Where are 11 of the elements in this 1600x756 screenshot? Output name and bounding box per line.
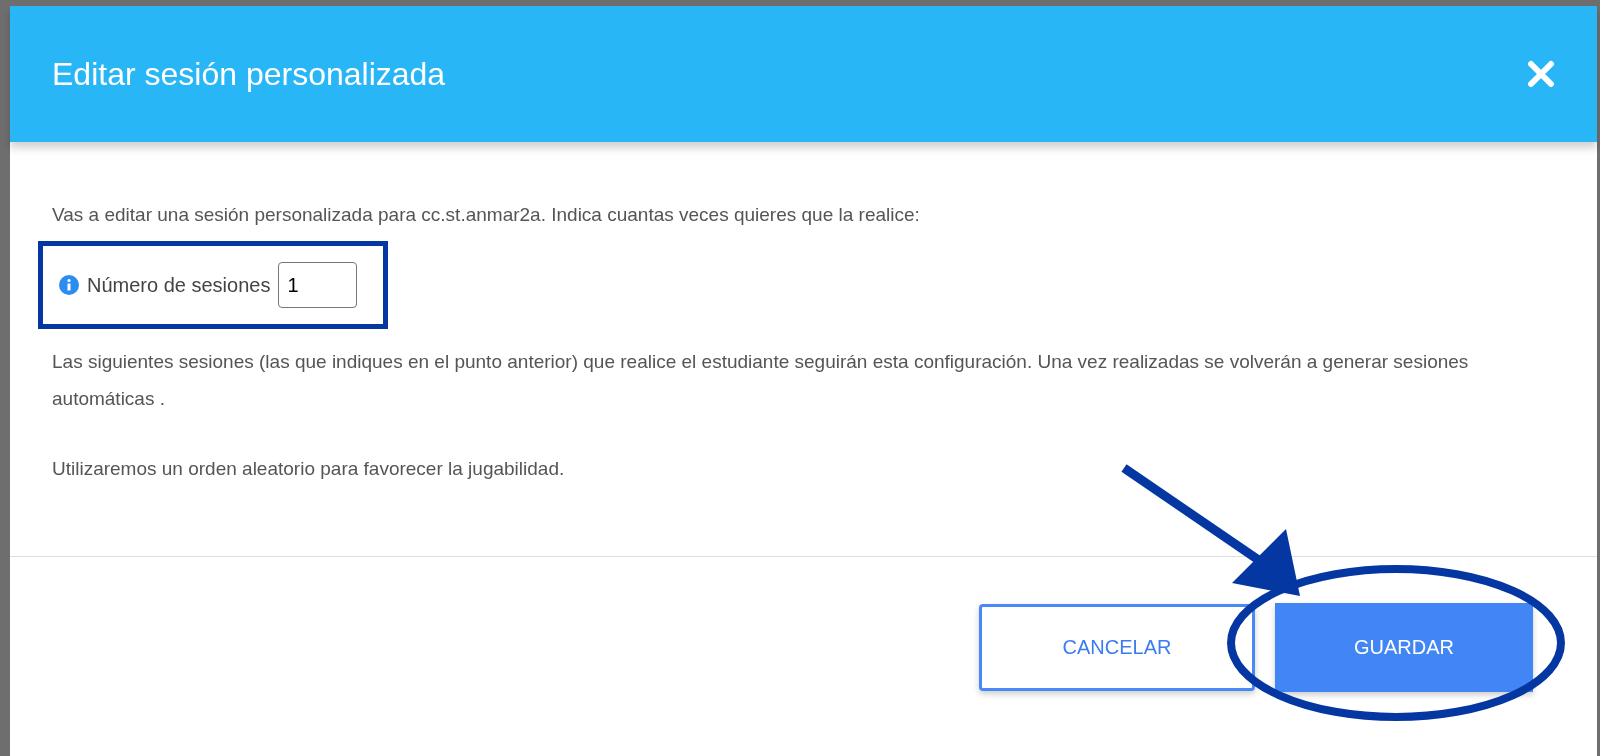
dialog-title: Editar sesión personalizada <box>52 55 446 93</box>
field-label: Número de sesiones <box>87 272 271 298</box>
cancel-button[interactable]: CANCELAR <box>979 604 1255 691</box>
save-button[interactable]: GUARDAR <box>1275 603 1533 692</box>
description-text: Utilizaremos un orden aleatorio para favorecer la jugabilidad. <box>52 457 566 481</box>
intro-text: Vas a editar una sesión personalizada para cc.st.anmar2a. Indica cuantas veces quieres que la realice: <box>52 203 921 227</box>
info-icon <box>59 275 79 295</box>
description-text: Las siguientes sesiones (las que indiques en el punto anterior) que realice el estudiante seguirán esta configuración. Una vez realizadas se volverán a generar sesiones automáticas . <box>52 350 1470 411</box>
sessions-input[interactable]: 1 <box>278 262 358 308</box>
close-button[interactable] <box>1527 60 1555 88</box>
close-icon <box>1527 60 1555 88</box>
